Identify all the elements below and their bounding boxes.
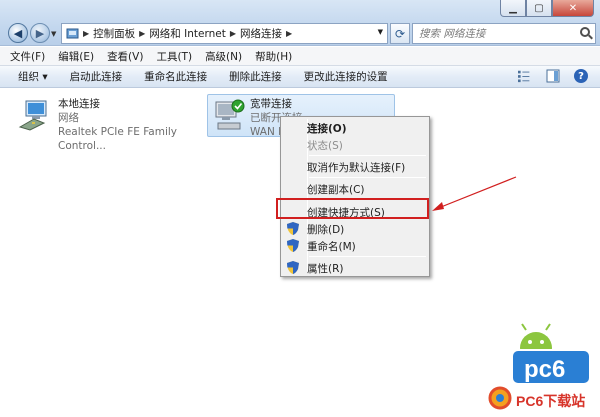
search-icon[interactable]: [580, 27, 590, 37]
connection-status: 网络: [58, 112, 79, 124]
recent-pages-dropdown[interactable]: ▼: [51, 30, 56, 38]
menu-separator: [309, 177, 426, 178]
search-input[interactable]: 搜索 网络连接: [412, 23, 596, 44]
minimize-button[interactable]: ▁: [500, 0, 526, 17]
breadcrumb-separator-icon: ▶: [229, 29, 236, 38]
menu-item-status: 状态(S): [307, 140, 343, 152]
network-adapter-icon: [18, 100, 47, 131]
pc6-logo: pc6 PC6下载站: [488, 323, 591, 410]
uac-shield-icon: [287, 261, 299, 274]
menu-view[interactable]: 查看(V): [107, 49, 143, 64]
uac-shield-icon: [287, 222, 299, 235]
annotation-arrow-icon: [432, 176, 517, 211]
breadcrumb-separator-icon: ▶: [139, 29, 146, 38]
menu-item-create-copy[interactable]: 创建副本(C): [307, 182, 365, 197]
window-controls: ▁ ▢ ✕: [500, 0, 594, 17]
highlight-box: [276, 198, 429, 219]
menu-item-delete[interactable]: 删除(D): [307, 222, 344, 237]
forward-button[interactable]: ▶: [30, 23, 50, 43]
search-placeholder: 搜索 网络连接: [419, 28, 486, 40]
view-controls: ?: [518, 69, 588, 83]
breadcrumb-item[interactable]: 网络连接: [240, 26, 282, 41]
menu-tools[interactable]: 工具(T): [156, 49, 192, 64]
menu-item-connect[interactable]: 连接(O): [307, 121, 347, 136]
refresh-button[interactable]: ⟳: [390, 23, 410, 44]
address-bar[interactable]: ▶ 控制面板 ▶ 网络和 Internet ▶ 网络连接 ▶ ▼: [61, 23, 388, 44]
title-bar: ▁ ▢ ✕ ◀ ▶ ▼ ▶ 控制面板 ▶ 网络和 Internet ▶ 网络连接…: [0, 0, 600, 46]
help-icon[interactable]: ?: [574, 69, 588, 83]
logo-text: pc6: [524, 356, 565, 383]
rename-connection-button[interactable]: 重命名此连接: [144, 69, 207, 84]
menu-edit[interactable]: 编辑(E): [58, 49, 94, 64]
local-connection-text: 本地连接 网络 Realtek PCIe FE Family Control..…: [58, 97, 218, 153]
connection-device: Realtek PCIe FE Family Control...: [58, 126, 177, 152]
menu-separator: [309, 155, 426, 156]
start-connection-button[interactable]: 启动此连接: [70, 69, 123, 84]
command-bar: 组织 ▾ 启动此连接 重命名此连接 删除此连接 更改此连接的设置: [0, 66, 600, 88]
close-button[interactable]: ✕: [552, 0, 594, 17]
change-view-icon[interactable]: [518, 69, 532, 83]
breadcrumb: ▶ 控制面板 ▶ 网络和 Internet ▶ 网络连接 ▶: [66, 26, 292, 41]
maximize-button[interactable]: ▢: [526, 0, 552, 17]
delete-connection-button[interactable]: 删除此连接: [229, 69, 282, 84]
connection-name: 宽带连接: [250, 98, 292, 110]
menu-bar: 文件(F) 编辑(E) 查看(V) 工具(T) 高级(N) 帮助(H): [0, 47, 600, 66]
context-menu: 连接(O) 状态(S) 取消作为默认连接(F) 创建副本(C) 创建快捷方式(S…: [280, 116, 430, 277]
menu-item-properties[interactable]: 属性(R): [307, 261, 344, 276]
breadcrumb-separator-icon: ▶: [83, 29, 90, 38]
preview-pane-icon[interactable]: [546, 69, 560, 83]
address-dropdown-icon[interactable]: ▼: [378, 28, 383, 36]
broadband-connection-icon: [215, 99, 245, 130]
uac-shield-icon: [287, 239, 299, 252]
control-panel-icon: [66, 28, 79, 39]
breadcrumb-item[interactable]: 控制面板: [93, 26, 135, 41]
breadcrumb-separator-icon: ▶: [286, 29, 293, 38]
change-settings-button[interactable]: 更改此连接的设置: [304, 69, 388, 84]
menu-separator: [309, 256, 426, 257]
connection-name: 本地连接: [58, 98, 100, 110]
breadcrumb-item[interactable]: 网络和 Internet: [149, 26, 226, 41]
menu-advanced[interactable]: 高级(N): [205, 49, 242, 64]
menu-help[interactable]: 帮助(H): [255, 49, 292, 64]
menu-file[interactable]: 文件(F): [10, 49, 45, 64]
organize-button[interactable]: 组织 ▾: [18, 69, 48, 84]
menu-item-cancel-default[interactable]: 取消作为默认连接(F): [307, 160, 405, 175]
back-button[interactable]: ◀: [8, 23, 28, 43]
logo-watermark: PC6下载站: [516, 393, 585, 409]
menu-item-rename[interactable]: 重命名(M): [307, 239, 356, 254]
